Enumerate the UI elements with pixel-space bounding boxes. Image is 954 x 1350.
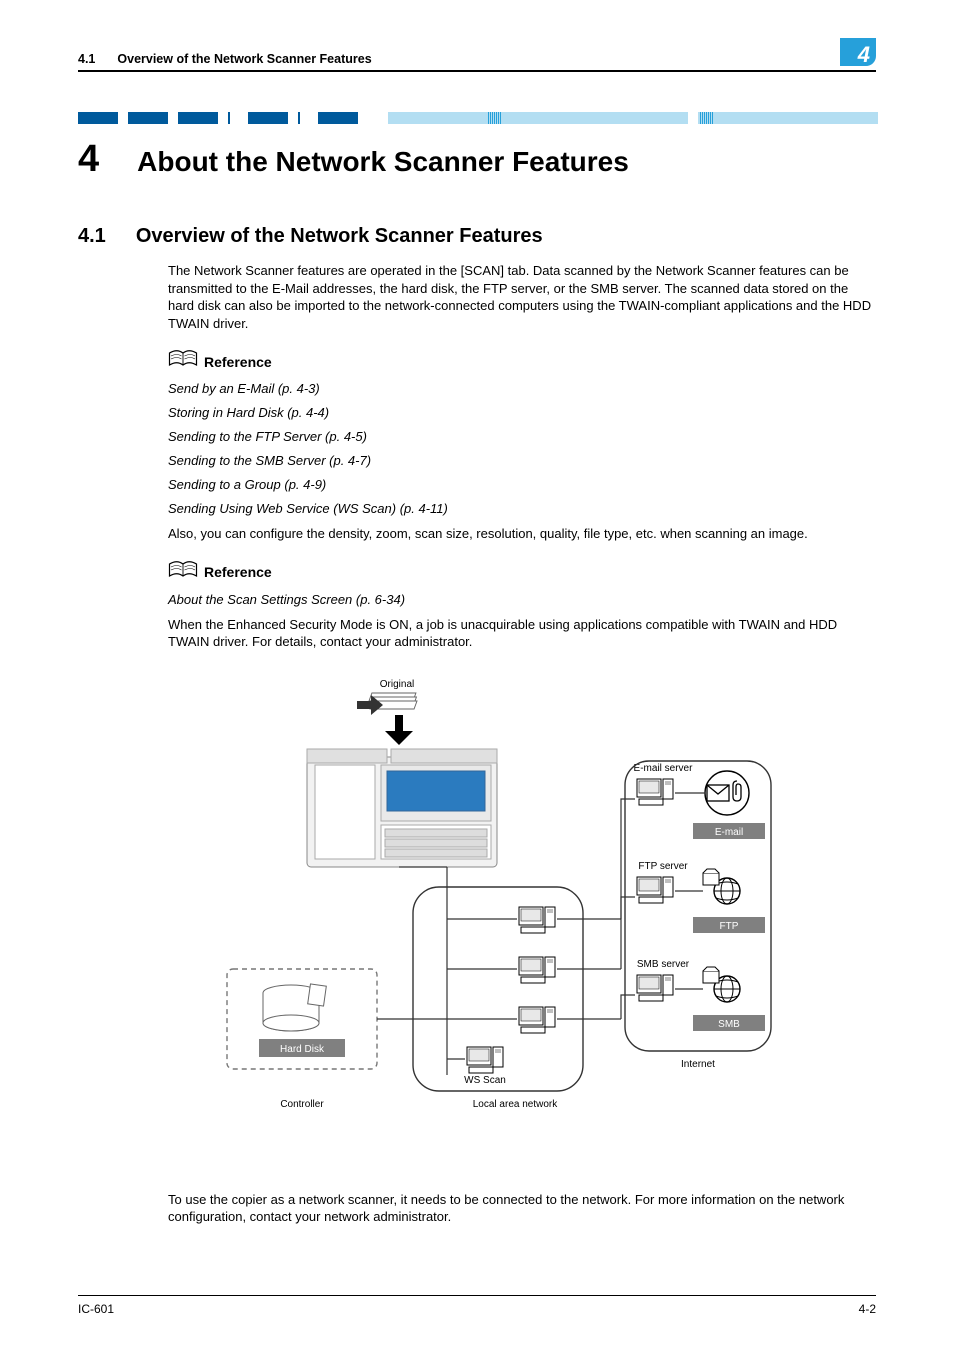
diagram-label-wsscan: WS Scan (464, 1075, 506, 1086)
section-heading: 4.1 Overview of the Network Scanner Feat… (78, 225, 876, 248)
down-arrow-icon (385, 715, 413, 745)
pc-icon (467, 1047, 503, 1073)
body-paragraph: When the Enhanced Security Mode is ON, a… (168, 616, 876, 651)
running-header: 4.1 Overview of the Network Scanner Feat… (78, 38, 876, 72)
diagram-label-lan: Local area network (473, 1099, 558, 1110)
globe-folder-icon (703, 869, 740, 904)
network-scanner-diagram: Original (167, 679, 787, 1169)
hard-disk-icon (263, 984, 326, 1031)
diagram-label-internet: Internet (681, 1059, 715, 1070)
page-footer: IC-601 4-2 (78, 1295, 876, 1316)
chapter-heading: 4 About the Network Scanner Features (78, 138, 876, 181)
open-book-icon (168, 348, 198, 375)
reference-item: Storing in Hard Disk (p. 4-4) (168, 405, 876, 420)
mfp-printer-icon (307, 749, 497, 867)
reference-item: About the Scan Settings Screen (p. 6-34) (168, 592, 876, 607)
paper-stack-icon (357, 693, 417, 715)
footer-left: IC-601 (78, 1302, 114, 1316)
diagram-label-original: Original (380, 679, 414, 690)
reference-list-2: About the Scan Settings Screen (p. 6-34) (168, 592, 876, 607)
server-pc-icon (637, 877, 673, 903)
pc-icon (519, 1007, 555, 1033)
pc-icon (519, 957, 555, 983)
envelope-icon (707, 785, 729, 801)
header-section-number: 4.1 (78, 52, 95, 66)
open-book-icon (168, 559, 198, 586)
reference-item: Sending to the SMB Server (p. 4-7) (168, 453, 876, 468)
section-title: Overview of the Network Scanner Features (136, 225, 543, 248)
intro-paragraph: The Network Scanner features are operate… (168, 262, 876, 332)
reference-item: Sending Using Web Service (WS Scan) (p. … (168, 501, 876, 516)
chapter-badge: 4 (840, 38, 876, 66)
diagram-label-hdd: Hard Disk (280, 1044, 325, 1055)
section-number: 4.1 (78, 225, 106, 248)
reference-heading-2: Reference (168, 559, 876, 586)
closing-paragraph: To use the copier as a network scanner, … (168, 1191, 876, 1226)
diagram-label-smb: SMB (718, 1019, 740, 1030)
diagram-label-controller: Controller (280, 1099, 324, 1110)
server-pc-icon (637, 779, 673, 805)
chapter-badge-number: 4 (858, 42, 870, 68)
server-pc-icon (637, 975, 673, 1001)
reference-item: Sending to a Group (p. 4-9) (168, 477, 876, 492)
header-section-title: Overview of the Network Scanner Features (117, 52, 371, 66)
body-paragraph: Also, you can configure the density, zoo… (168, 525, 876, 543)
decorative-stripe (78, 112, 876, 126)
globe-folder-icon (703, 967, 740, 1002)
pc-icon (519, 907, 555, 933)
diagram-label-smb-server: SMB server (637, 959, 690, 970)
reference-item: Sending to the FTP Server (p. 4-5) (168, 429, 876, 444)
reference-label: Reference (204, 354, 272, 370)
diagram-label-ftp: FTP (720, 921, 739, 932)
reference-label: Reference (204, 564, 272, 580)
diagram-label-email: E-mail (715, 827, 743, 838)
diagram-label-ftp-server: FTP server (638, 861, 688, 872)
server-wiring (557, 799, 635, 1019)
lan-wiring (377, 867, 517, 1075)
footer-right: 4-2 (859, 1302, 876, 1316)
chapter-title: About the Network Scanner Features (137, 146, 629, 178)
chapter-number: 4 (78, 138, 99, 181)
reference-list-1: Send by an E-Mail (p. 4-3) Storing in Ha… (168, 381, 876, 516)
reference-item: Send by an E-Mail (p. 4-3) (168, 381, 876, 396)
diagram-label-email-server: E-mail server (634, 763, 694, 774)
reference-heading-1: Reference (168, 348, 876, 375)
controller-box: Hard Disk (227, 969, 377, 1069)
